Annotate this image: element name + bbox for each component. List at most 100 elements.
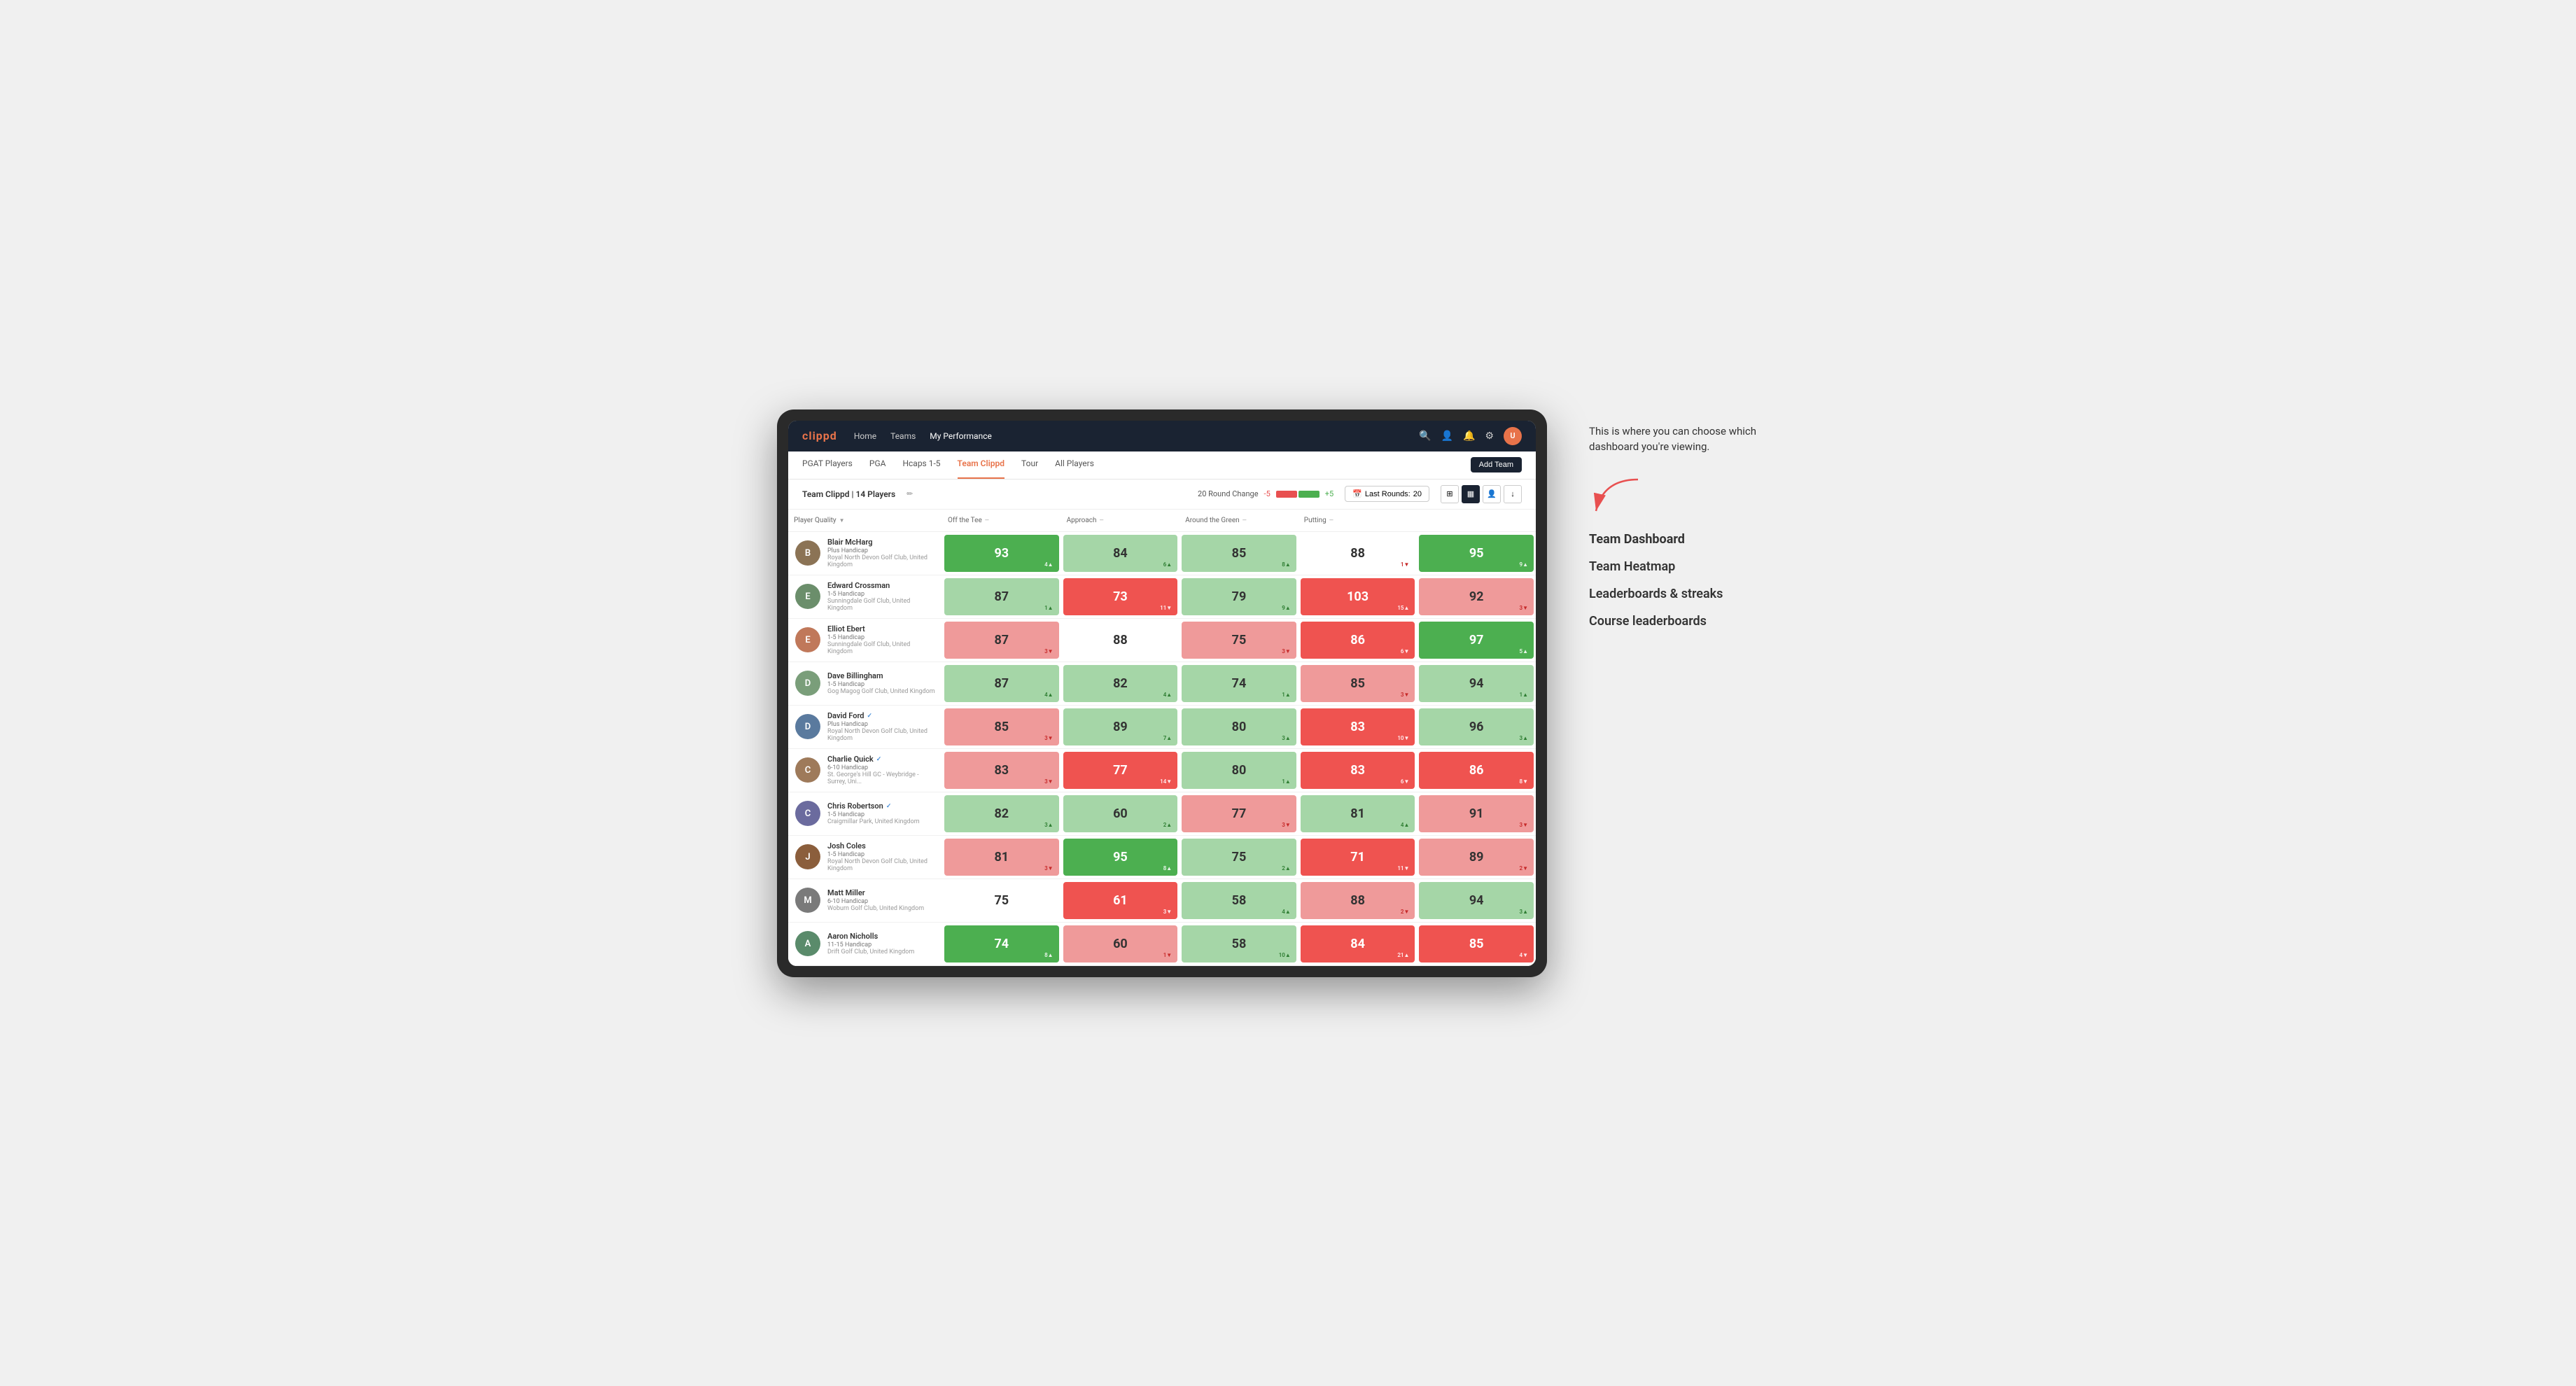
nav-link-my-performance[interactable]: My Performance [930,428,992,444]
grid-view-button[interactable]: ⊞ [1441,485,1459,503]
table-row[interactable]: CCharlie Quick ✓6-10 HandicapSt. George'… [788,749,1536,792]
score-value: 88 [1350,893,1365,908]
table-row[interactable]: DDavid Ford ✓Plus HandicapRoyal North De… [788,706,1536,749]
score-value: 77 [1113,763,1128,778]
player-info: Charlie Quick ✓6-10 HandicapSt. George's… [827,755,935,785]
score-value: 82 [994,806,1009,821]
score-value: 80 [1232,763,1247,778]
last-rounds-button[interactable]: 📅 Last Rounds: 20 [1345,486,1429,502]
nav-links: Home Teams My Performance [854,428,1402,444]
tab-pga[interactable]: PGA [869,451,886,479]
table-row[interactable]: BBlair McHargPlus HandicapRoyal North De… [788,532,1536,575]
score-cell-3: 866▼ [1301,622,1415,659]
score-cell-3: 882▼ [1301,882,1415,919]
player-cell: DDavid Ford ✓Plus HandicapRoyal North De… [788,706,942,748]
heat-view-button[interactable]: ▦ [1462,485,1480,503]
player-club: Gog Magog Golf Club, United Kingdom [827,688,935,695]
edit-icon[interactable]: ✏ [906,489,913,498]
table-body: BBlair McHargPlus HandicapRoyal North De… [788,532,1536,966]
sort-arrow: ▼ [839,517,845,524]
score-cell-0: 813▼ [944,839,1059,876]
player-handicap: Plus Handicap [827,721,935,728]
score-change: 1▼ [1163,952,1172,958]
score-cell-2: 803▲ [1182,708,1296,746]
menu-item-team-heatmap[interactable]: Team Heatmap [1589,559,1785,574]
person-icon[interactable]: 👤 [1441,430,1453,442]
menu-items: Team Dashboard Team Heatmap Leaderboards… [1589,532,1785,629]
top-nav: clippd Home Teams My Performance 🔍 👤 🔔 ⚙… [788,421,1536,451]
col-header-putting: Putting — [1298,514,1418,527]
tab-all-players[interactable]: All Players [1055,451,1094,479]
player-handicap: 11-15 Handicap [827,941,914,948]
player-cell: CCharlie Quick ✓6-10 HandicapSt. George'… [788,749,942,792]
menu-item-course-leaderboards[interactable]: Course leaderboards [1589,614,1785,629]
table-row[interactable]: EEdward Crossman1-5 HandicapSunningdale … [788,575,1536,619]
tab-tour[interactable]: Tour [1021,451,1038,479]
avatar: D [795,671,820,696]
score-cell-0: 853▼ [944,708,1059,746]
score-cell-2: 752▲ [1182,839,1296,876]
calendar-icon: 📅 [1352,489,1362,498]
team-header: Team Clippd | 14 Players ✏ 20 Round Chan… [788,479,1536,510]
player-name: Josh Coles [827,841,935,850]
person-view-button[interactable]: 👤 [1483,485,1501,503]
score-value: 97 [1469,633,1484,648]
score-value: 94 [1469,676,1484,691]
table-row[interactable]: AAaron Nicholls11-15 HandicapDrift Golf … [788,923,1536,966]
table-row[interactable]: J Josh Coles1-5 HandicapRoyal North Devon… [788,836,1536,879]
score-change: 3▼ [1044,778,1054,785]
score-change: 10▼ [1397,735,1409,741]
menu-item-team-dashboard[interactable]: Team Dashboard [1589,532,1785,547]
score-change: 3▼ [1044,865,1054,872]
tab-team-clippd[interactable]: Team Clippd [958,451,1004,479]
score-value: 91 [1469,806,1484,821]
avatar: J [795,844,820,869]
score-cell-2: 5810▲ [1182,925,1296,962]
score-cell-2: 773▼ [1182,795,1296,832]
score-change: 3▼ [1163,909,1172,915]
player-info: Matt Miller6-10 HandicapWoburn Golf Club… [827,888,924,912]
avatar: E [795,627,820,652]
score-value: 86 [1469,763,1484,778]
player-name: Matt Miller [827,888,924,897]
score-cell-1: 602▲ [1063,795,1178,832]
player-cell: AAaron Nicholls11-15 HandicapDrift Golf … [788,923,942,965]
tablet-device: clippd Home Teams My Performance 🔍 👤 🔔 ⚙… [777,410,1547,977]
score-change: 10▲ [1279,952,1291,958]
avatar: C [795,801,820,826]
player-info: Josh Coles1-5 HandicapRoyal North Devon … [827,841,935,872]
score-cell-1: 7311▼ [1063,578,1178,615]
table-row[interactable]: E Elliot Ebert1-5 HandicapSunningdale Gol… [788,619,1536,662]
player-info: Elliot Ebert1-5 HandicapSunningdale Golf… [827,624,935,655]
tab-pgat[interactable]: PGAT Players [802,451,853,479]
tab-hcaps[interactable]: Hcaps 1-5 [902,451,940,479]
score-cell-1: 88 [1063,622,1178,659]
player-club: Drift Golf Club, United Kingdom [827,948,914,955]
table-row[interactable]: MMatt Miller6-10 HandicapWoburn Golf Clu… [788,879,1536,923]
nav-icons: 🔍 👤 🔔 ⚙ U [1419,427,1522,445]
score-cell-2: 801▲ [1182,752,1296,789]
table-row[interactable]: DDave Billingham1-5 HandicapGog Magog Go… [788,662,1536,706]
score-cell-0: 874▲ [944,665,1059,702]
score-value: 87 [994,676,1009,691]
download-button[interactable]: ↓ [1504,485,1522,503]
score-cell-4: 923▼ [1419,578,1534,615]
score-cell-3: 8421▲ [1301,925,1415,962]
sort-arrow-tee: — [985,517,989,524]
bell-icon[interactable]: 🔔 [1463,430,1475,442]
score-cell-2: 584▲ [1182,882,1296,919]
nav-link-home[interactable]: Home [854,428,876,444]
table-row[interactable]: CChris Robertson ✓1-5 HandicapCraigmilla… [788,792,1536,836]
settings-icon[interactable]: ⚙ [1485,430,1494,442]
menu-item-leaderboards[interactable]: Leaderboards & streaks [1589,587,1785,601]
score-change: 8▼ [1520,778,1529,785]
player-cell: EEdward Crossman1-5 HandicapSunningdale … [788,575,942,618]
col-header-approach: Approach — [1061,514,1180,527]
score-cell-1: 601▼ [1063,925,1178,962]
score-change: 8▲ [1044,952,1054,958]
nav-link-teams[interactable]: Teams [890,428,916,444]
search-icon[interactable]: 🔍 [1419,430,1431,442]
add-team-button[interactable]: Add Team [1471,457,1522,472]
avatar[interactable]: U [1504,427,1522,445]
score-cell-3: 881▼ [1301,535,1415,572]
